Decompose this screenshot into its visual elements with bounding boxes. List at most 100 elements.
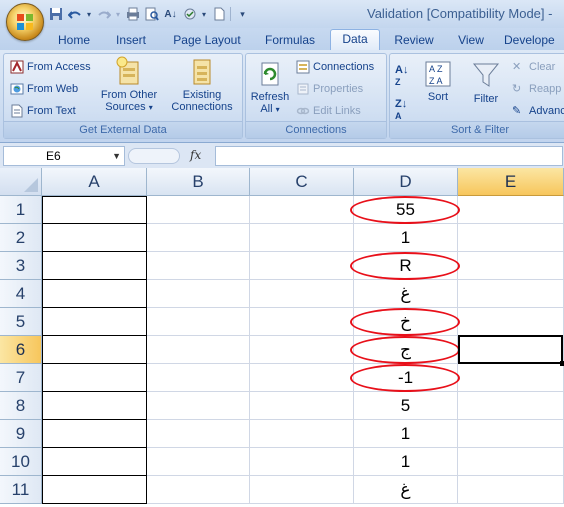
cell-b6[interactable] — [147, 336, 250, 364]
redo-icon[interactable] — [96, 7, 111, 22]
reapply-button[interactable]: ↻ Reapp — [512, 82, 561, 96]
worksheet-grid[interactable]: A B C D E 1 55 2 1 3 R 4 غ 5 خ 6 ج 7 -1 8 5 9 1 10 1 11 غ — [0, 168, 564, 507]
sort-button[interactable]: A Z Z A Sort — [420, 60, 456, 103]
filter-button[interactable]: Filter — [468, 60, 504, 105]
cell-e11[interactable] — [458, 476, 564, 504]
row-header-10[interactable]: 10 — [0, 448, 42, 476]
cell-a9[interactable] — [42, 420, 147, 448]
clear-button[interactable]: ✕ Clear — [512, 60, 555, 74]
cell-b11[interactable] — [147, 476, 250, 504]
cell-b3[interactable] — [147, 252, 250, 280]
cell-a11[interactable] — [42, 476, 147, 504]
cell-c3[interactable] — [250, 252, 354, 280]
properties-button[interactable]: Properties — [296, 82, 363, 96]
tab-developer[interactable]: Develope — [504, 31, 564, 50]
cell-c2[interactable] — [250, 224, 354, 252]
cell-c9[interactable] — [250, 420, 354, 448]
row-header-5[interactable]: 5 — [0, 308, 42, 336]
tab-insert[interactable]: Insert — [106, 31, 156, 50]
new-icon[interactable] — [211, 7, 226, 22]
cell-b4[interactable] — [147, 280, 250, 308]
connections-button[interactable]: Connections — [296, 60, 374, 74]
cell-e9[interactable] — [458, 420, 564, 448]
save-icon[interactable] — [48, 7, 63, 22]
cell-e3[interactable] — [458, 252, 564, 280]
cell-b8[interactable] — [147, 392, 250, 420]
tab-review[interactable]: Review — [386, 31, 442, 50]
cell-b7[interactable] — [147, 364, 250, 392]
cell-d11[interactable]: غ — [354, 476, 458, 504]
column-header-e[interactable]: E — [458, 168, 564, 196]
cell-e2[interactable] — [458, 224, 564, 252]
cell-b5[interactable] — [147, 308, 250, 336]
tab-view[interactable]: View — [448, 31, 494, 50]
cell-c7[interactable] — [250, 364, 354, 392]
fill-handle[interactable] — [560, 361, 564, 366]
cell-b10[interactable] — [147, 448, 250, 476]
active-cell-border[interactable] — [458, 335, 563, 364]
cell-d4[interactable]: غ — [354, 280, 458, 308]
name-box[interactable]: E6 ▼ — [3, 146, 125, 166]
cell-e4[interactable] — [458, 280, 564, 308]
cell-a8[interactable] — [42, 392, 147, 420]
edit-links-button[interactable]: Edit Links — [296, 104, 361, 118]
sort-icon[interactable]: A↓ — [163, 7, 178, 22]
advanced-button[interactable]: ✎ Advanc — [512, 104, 564, 118]
cell-c11[interactable] — [250, 476, 354, 504]
cell-d8[interactable]: 5 — [354, 392, 458, 420]
cell-d5[interactable]: خ — [354, 308, 458, 336]
row-header-7[interactable]: 7 — [0, 364, 42, 392]
column-header-a[interactable]: A — [42, 168, 147, 196]
cell-a2[interactable] — [42, 224, 147, 252]
customize-icon[interactable]: ▾ — [235, 7, 250, 22]
cell-b2[interactable] — [147, 224, 250, 252]
refresh-all-button[interactable]: Refresh All ▾ — [248, 60, 292, 115]
cell-e10[interactable] — [458, 448, 564, 476]
column-header-d[interactable]: D — [354, 168, 458, 196]
row-header-6[interactable]: 6 — [0, 336, 42, 364]
column-header-c[interactable]: C — [250, 168, 354, 196]
select-all-button[interactable] — [0, 168, 42, 196]
cell-c8[interactable] — [250, 392, 354, 420]
redo-dropdown-icon[interactable]: ▾ — [115, 7, 121, 22]
insert-function-icon[interactable]: fx — [190, 146, 201, 164]
chevron-down-icon[interactable]: ▼ — [112, 147, 121, 165]
row-header-2[interactable]: 2 — [0, 224, 42, 252]
office-button[interactable] — [6, 3, 44, 41]
cell-a10[interactable] — [42, 448, 147, 476]
print-icon[interactable] — [125, 7, 140, 22]
row-header-4[interactable]: 4 — [0, 280, 42, 308]
cell-a1[interactable] — [42, 196, 147, 224]
cell-b1[interactable] — [147, 196, 250, 224]
row-header-11[interactable]: 11 — [0, 476, 42, 504]
cell-a7[interactable] — [42, 364, 147, 392]
cell-d10[interactable]: 1 — [354, 448, 458, 476]
cell-e1[interactable] — [458, 196, 564, 224]
column-header-b[interactable]: B — [147, 168, 250, 196]
cell-a5[interactable] — [42, 308, 147, 336]
cell-e8[interactable] — [458, 392, 564, 420]
cell-c5[interactable] — [250, 308, 354, 336]
sort-descending-button[interactable]: Z↓ A — [395, 98, 407, 122]
undo-icon[interactable] — [67, 7, 82, 22]
cell-d3[interactable]: R — [354, 252, 458, 280]
cell-c1[interactable] — [250, 196, 354, 224]
row-header-8[interactable]: 8 — [0, 392, 42, 420]
cell-c6[interactable] — [250, 336, 354, 364]
spelling-icon[interactable] — [182, 7, 197, 22]
from-other-sources-button[interactable]: From Other Sources ▾ — [96, 56, 162, 113]
tab-formulas[interactable]: Formulas — [256, 31, 324, 50]
cell-e7[interactable] — [458, 364, 564, 392]
row-header-9[interactable]: 9 — [0, 420, 42, 448]
tab-data[interactable]: Data — [330, 29, 380, 51]
cell-a3[interactable] — [42, 252, 147, 280]
undo-dropdown-icon[interactable]: ▾ — [86, 7, 92, 22]
from-text-button[interactable]: From Text — [10, 104, 76, 118]
cell-c4[interactable] — [250, 280, 354, 308]
cell-a6[interactable] — [42, 336, 147, 364]
cell-d6[interactable]: ج — [354, 336, 458, 364]
print-preview-icon[interactable] — [144, 7, 159, 22]
cell-c10[interactable] — [250, 448, 354, 476]
cell-d9[interactable]: 1 — [354, 420, 458, 448]
row-header-3[interactable]: 3 — [0, 252, 42, 280]
